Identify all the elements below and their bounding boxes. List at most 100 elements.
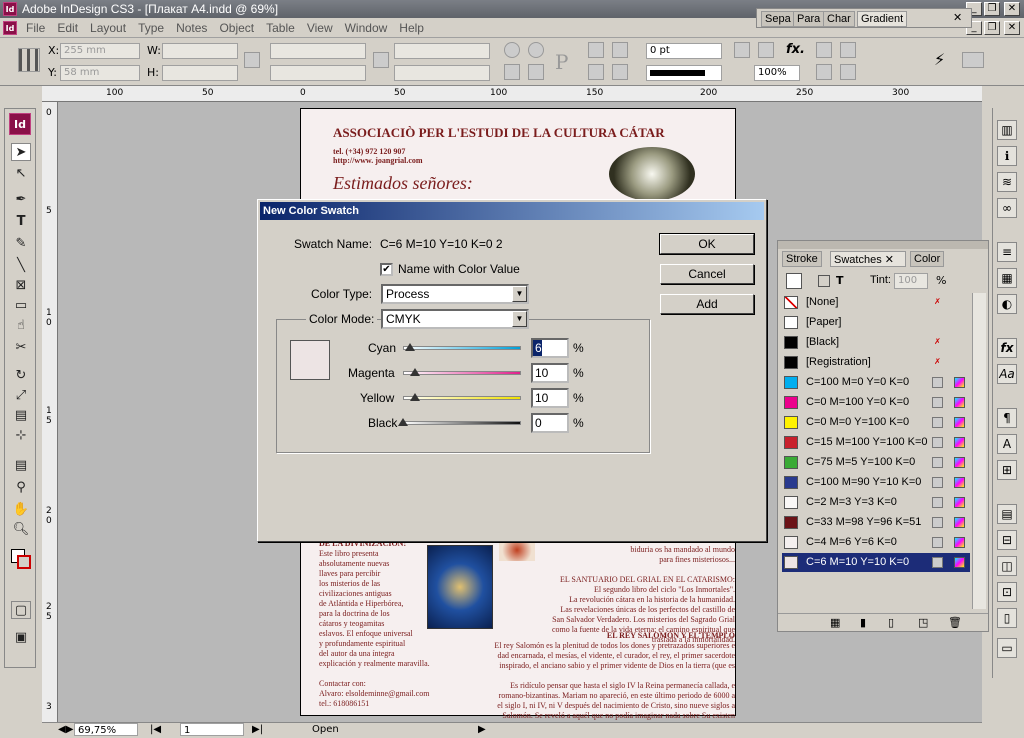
black-value-field[interactable]: 0 (531, 413, 569, 433)
add-button[interactable]: Add (660, 294, 754, 314)
rotate-tool-icon[interactable]: ↻ (11, 367, 31, 385)
flip-v-icon[interactable] (528, 64, 544, 80)
menu-table[interactable]: Table (260, 18, 301, 38)
swatch-row[interactable]: C=15 M=100 Y=100 K=0 (782, 433, 970, 452)
reference-point-icon[interactable] (18, 48, 40, 72)
zoom-field[interactable]: 69,75% (74, 723, 138, 736)
show-all-icon[interactable]: ▦ (830, 616, 840, 629)
new-swatch-icon[interactable]: ◳ (918, 616, 928, 629)
scale-tool-icon[interactable]: ⤢ (11, 387, 31, 405)
shadow-icon[interactable] (758, 42, 774, 58)
character-panel-icon[interactable]: A (997, 434, 1017, 454)
pathfinder-panel-icon[interactable]: ◫ (997, 556, 1017, 576)
tab-stroke[interactable]: Stroke (782, 251, 822, 267)
delete-swatch-icon[interactable]: 🗑︎ (948, 616, 962, 629)
menu-view[interactable]: View (301, 18, 339, 38)
eyedropper-tool-icon[interactable]: ⚲ (11, 479, 31, 497)
hand-tool-icon[interactable]: ✋ (11, 501, 31, 519)
gradient-tool-icon[interactable]: ▤ (11, 407, 31, 425)
ok-button[interactable]: OK (659, 233, 755, 255)
select-next-icon[interactable] (612, 64, 628, 80)
selection-tool-icon[interactable]: ➤ (11, 143, 31, 161)
pencil-tool-icon[interactable]: ✎ (11, 235, 31, 253)
stroke-swatch-icon[interactable] (17, 555, 31, 569)
line-tool-icon[interactable]: ╲ (11, 257, 31, 275)
select-content-icon[interactable] (588, 64, 604, 80)
name-with-color-value-checkbox[interactable]: ✔ (380, 263, 393, 276)
swatches-scrollbar[interactable] (972, 293, 986, 609)
show-color-icon[interactable]: ▮ (860, 616, 866, 629)
shear-field[interactable] (394, 65, 490, 81)
select-container-icon[interactable] (588, 42, 604, 58)
slider-thumb[interactable] (409, 368, 420, 376)
info-panel-icon[interactable]: ℹ (997, 146, 1017, 166)
cancel-button[interactable]: Cancel (660, 264, 754, 284)
menu-notes[interactable]: Notes (170, 18, 213, 38)
pages-panel-icon[interactable]: ▥ (997, 120, 1017, 140)
distribute-icon[interactable] (840, 64, 856, 80)
doc-restore-icon[interactable]: ❐ (984, 21, 1000, 35)
script-panel-icon[interactable]: ▭ (997, 638, 1017, 658)
slider-thumb[interactable] (405, 343, 416, 351)
tab-color[interactable]: Color (910, 251, 945, 267)
opacity-field[interactable]: 100% (754, 65, 800, 81)
effects-panel-icon[interactable]: fx (997, 338, 1017, 358)
zoom-tool-icon[interactable]: 🔍︎ (11, 521, 31, 539)
close-icon[interactable]: ✕ (1004, 2, 1020, 16)
cyan-value-field[interactable]: 6 (531, 338, 569, 358)
swatch-row[interactable]: C=0 M=100 Y=0 K=0 (782, 393, 970, 412)
restore-icon[interactable]: ❐ (984, 2, 1000, 16)
scale-y-field[interactable] (270, 65, 366, 81)
fill-stroke-proxy-icon[interactable] (786, 273, 802, 289)
lightning-icon[interactable]: ⚡ (934, 50, 945, 69)
slider-thumb[interactable] (398, 418, 408, 426)
direct-selection-tool-icon[interactable]: ↖ (11, 165, 31, 183)
close-panel-icon[interactable]: ✕ (953, 11, 962, 24)
panel-menu-icon[interactable] (962, 52, 984, 68)
yellow-slider[interactable] (403, 396, 521, 400)
button-tool-icon[interactable]: ☝ (11, 317, 31, 335)
align-panel-icon[interactable]: ⊟ (997, 530, 1017, 550)
fx-icon[interactable]: fx. (786, 42, 805, 57)
stroke-panel-icon[interactable]: ≡ (997, 242, 1017, 262)
w-field[interactable] (162, 43, 238, 59)
slider-thumb[interactable] (409, 393, 420, 401)
normal-view-icon[interactable]: ▢ (11, 601, 31, 619)
tab-swatches[interactable]: Swatches ✕ (830, 251, 906, 267)
swatch-row[interactable]: [None] ✗ (782, 293, 970, 312)
nav-arrows-icon[interactable]: ◀▶ (58, 724, 73, 735)
table-panel-icon[interactable]: ⊞ (997, 460, 1017, 480)
text-wrap-panel-icon[interactable]: ▤ (997, 504, 1017, 524)
paragraph-panel-icon[interactable]: ¶ (997, 408, 1017, 428)
layers-panel-icon[interactable]: ≋ (997, 172, 1017, 192)
fill-proxy-icon[interactable] (734, 42, 750, 58)
rectangle-tool-icon[interactable]: ▭ (11, 297, 31, 315)
tab-gradient[interactable]: Gradient (857, 11, 908, 27)
menu-type[interactable]: Type (132, 18, 170, 38)
rectangle-frame-tool-icon[interactable]: ⊠ (11, 277, 31, 295)
swatch-row[interactable]: C=100 M=0 Y=0 K=0 (782, 373, 970, 392)
preview-mode-icon[interactable]: ▣ (11, 629, 31, 647)
black-slider[interactable] (403, 421, 521, 425)
rotation-field[interactable] (394, 43, 490, 59)
x-field[interactable]: 255 mm (60, 43, 140, 59)
menu-file[interactable]: File (20, 18, 51, 38)
magenta-value-field[interactable]: 10 (531, 363, 569, 383)
color-panel-icon[interactable]: ◐ (997, 294, 1017, 314)
tab-separations[interactable]: Sepa (761, 11, 795, 27)
stroke-weight-field[interactable]: 0 pt (646, 43, 722, 59)
swatch-row[interactable]: C=0 M=0 Y=100 K=0 (782, 413, 970, 432)
scissors-tool-icon[interactable]: ✂ (11, 339, 31, 357)
text-icon[interactable]: T (836, 274, 844, 287)
color-mode-select[interactable]: CMYK ▼ (381, 309, 529, 329)
swatch-row[interactable]: C=6 M=10 Y=10 K=0 (782, 553, 970, 572)
swatch-row[interactable]: C=100 M=90 Y=10 K=0 (782, 473, 970, 492)
text-wrap-icon[interactable] (816, 64, 832, 80)
container-icon[interactable] (818, 275, 830, 287)
tab-character[interactable]: Char (823, 11, 855, 27)
transform-panel-icon[interactable]: ⊡ (997, 582, 1017, 602)
styles-panel-icon[interactable]: Aa (997, 364, 1017, 384)
first-page-icon[interactable]: |◀ (150, 724, 161, 735)
show-gradient-icon[interactable]: ▯ (888, 616, 894, 629)
gradient-panel-icon[interactable]: ▯ (997, 608, 1017, 628)
